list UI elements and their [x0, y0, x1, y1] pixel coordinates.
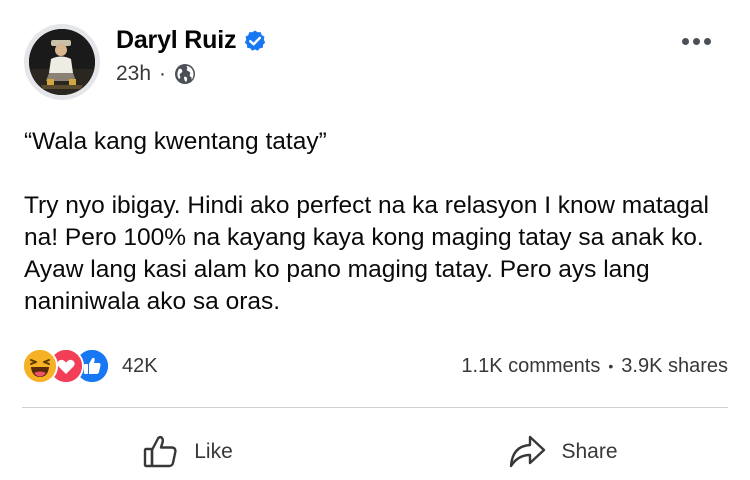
author-name[interactable]: Daryl Ruiz — [116, 26, 236, 55]
profile-photo — [29, 29, 95, 95]
thumbs-up-icon — [142, 433, 180, 471]
action-bar: Like Share — [0, 424, 750, 480]
post-meta: 23h · — [116, 62, 196, 86]
like-button-label: Like — [194, 440, 233, 463]
share-arrow-icon — [507, 433, 547, 471]
divider — [22, 407, 728, 408]
share-button-label: Share — [561, 440, 618, 463]
globe-icon[interactable] — [174, 63, 196, 85]
post-quote: “Wala kang kwentang tatay” — [24, 128, 327, 155]
like-button[interactable]: Like — [0, 424, 375, 480]
more-horizontal-icon — [681, 37, 689, 45]
reactions-summary[interactable]: 42K — [22, 348, 158, 384]
post-text: “Wala kang kwentang tatay” Try nyo ibiga… — [24, 126, 720, 318]
more-horizontal-icon — [692, 37, 700, 45]
engagement-bar: 42K 1.1K comments • 3.9K shares — [22, 348, 728, 384]
share-button[interactable]: Share — [375, 424, 750, 480]
post-timestamp[interactable]: 23h — [116, 62, 151, 86]
shares-count-link[interactable]: 3.9K shares — [621, 355, 728, 378]
more-horizontal-icon — [703, 37, 711, 45]
more-options-button[interactable] — [676, 26, 716, 56]
reaction-count[interactable]: 42K — [122, 355, 158, 378]
meta-separator: · — [159, 62, 167, 85]
engagement-stats: 1.1K comments • 3.9K shares — [461, 355, 728, 378]
comments-count-link[interactable]: 1.1K comments — [461, 355, 600, 378]
reaction-icons — [22, 348, 110, 384]
post-card: Daryl Ruiz 23h · “Wala kang kwentang tat… — [0, 0, 750, 480]
stats-separator: • — [608, 358, 614, 374]
haha-reaction-icon — [22, 348, 58, 384]
verified-badge-icon — [243, 29, 267, 53]
author-row: Daryl Ruiz — [116, 26, 267, 55]
post-paragraph: Try nyo ibigay. Hindi ako perfect na ka … — [24, 192, 709, 315]
post-header: Daryl Ruiz 23h · — [24, 24, 726, 104]
avatar[interactable] — [24, 24, 100, 100]
